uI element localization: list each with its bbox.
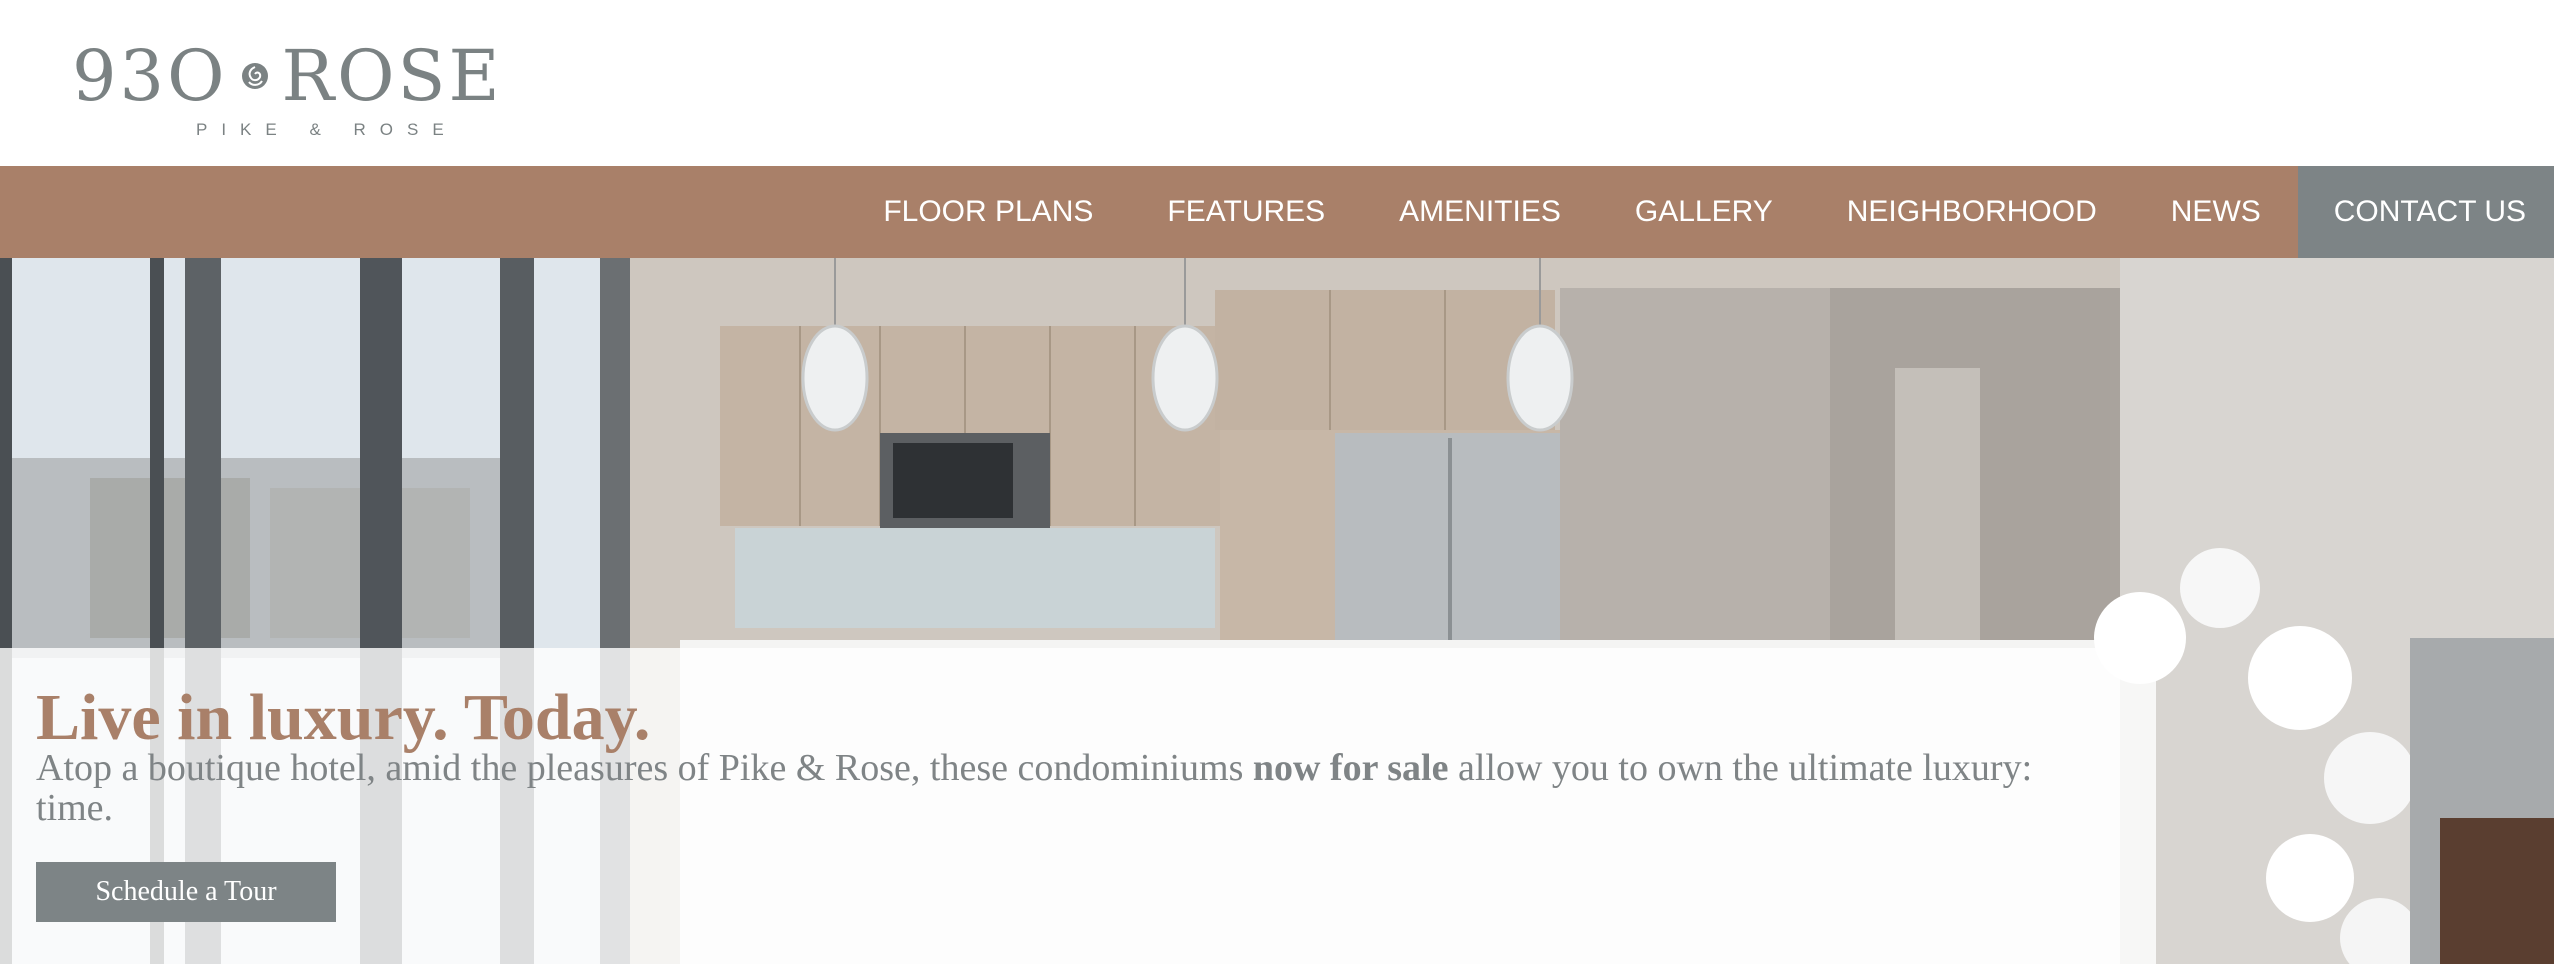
nav-amenities[interactable]: AMENITIES <box>1362 166 1598 258</box>
logo-tagline: PIKE & ROSE <box>196 120 458 139</box>
site-logo[interactable]: 93 O ROSE PIKE & ROSE <box>72 38 532 148</box>
nav-contact-us[interactable]: CONTACT US <box>2297 166 2554 258</box>
main-navigation: FLOOR PLANS FEATURES AMENITIES GALLERY N… <box>0 166 2554 258</box>
logo-name: ROSE <box>281 35 503 117</box>
logo-zero: O <box>167 35 228 117</box>
schedule-tour-button[interactable]: Schedule a Tour <box>36 862 336 922</box>
nav-news[interactable]: NEWS <box>2134 166 2298 258</box>
nav-features[interactable]: FEATURES <box>1130 166 1362 258</box>
nav-floor-plans[interactable]: FLOOR PLANS <box>846 166 1130 258</box>
site-header: 93 O ROSE PIKE & ROSE <box>0 0 2554 166</box>
hero-section: Live in luxury. Today. Atop a boutique h… <box>0 258 2554 964</box>
rose-icon <box>242 63 269 89</box>
hero-tagline-emphasis: now for sale <box>1252 747 1449 789</box>
hero-tagline: Atop a boutique hotel, amid the pleasure… <box>36 748 2116 828</box>
nav-list: FLOOR PLANS FEATURES AMENITIES GALLERY N… <box>846 166 2554 258</box>
logo-wordmark: 93 O ROSE <box>72 38 503 114</box>
nav-neighborhood[interactable]: NEIGHBORHOOD <box>1810 166 2134 258</box>
logo-number: 93 <box>72 35 168 117</box>
nav-gallery[interactable]: GALLERY <box>1598 166 1810 258</box>
hero-tagline-lead: Atop a boutique hotel, amid the pleasure… <box>36 747 1253 789</box>
hero-headline: Live in luxury. Today. <box>36 681 651 754</box>
